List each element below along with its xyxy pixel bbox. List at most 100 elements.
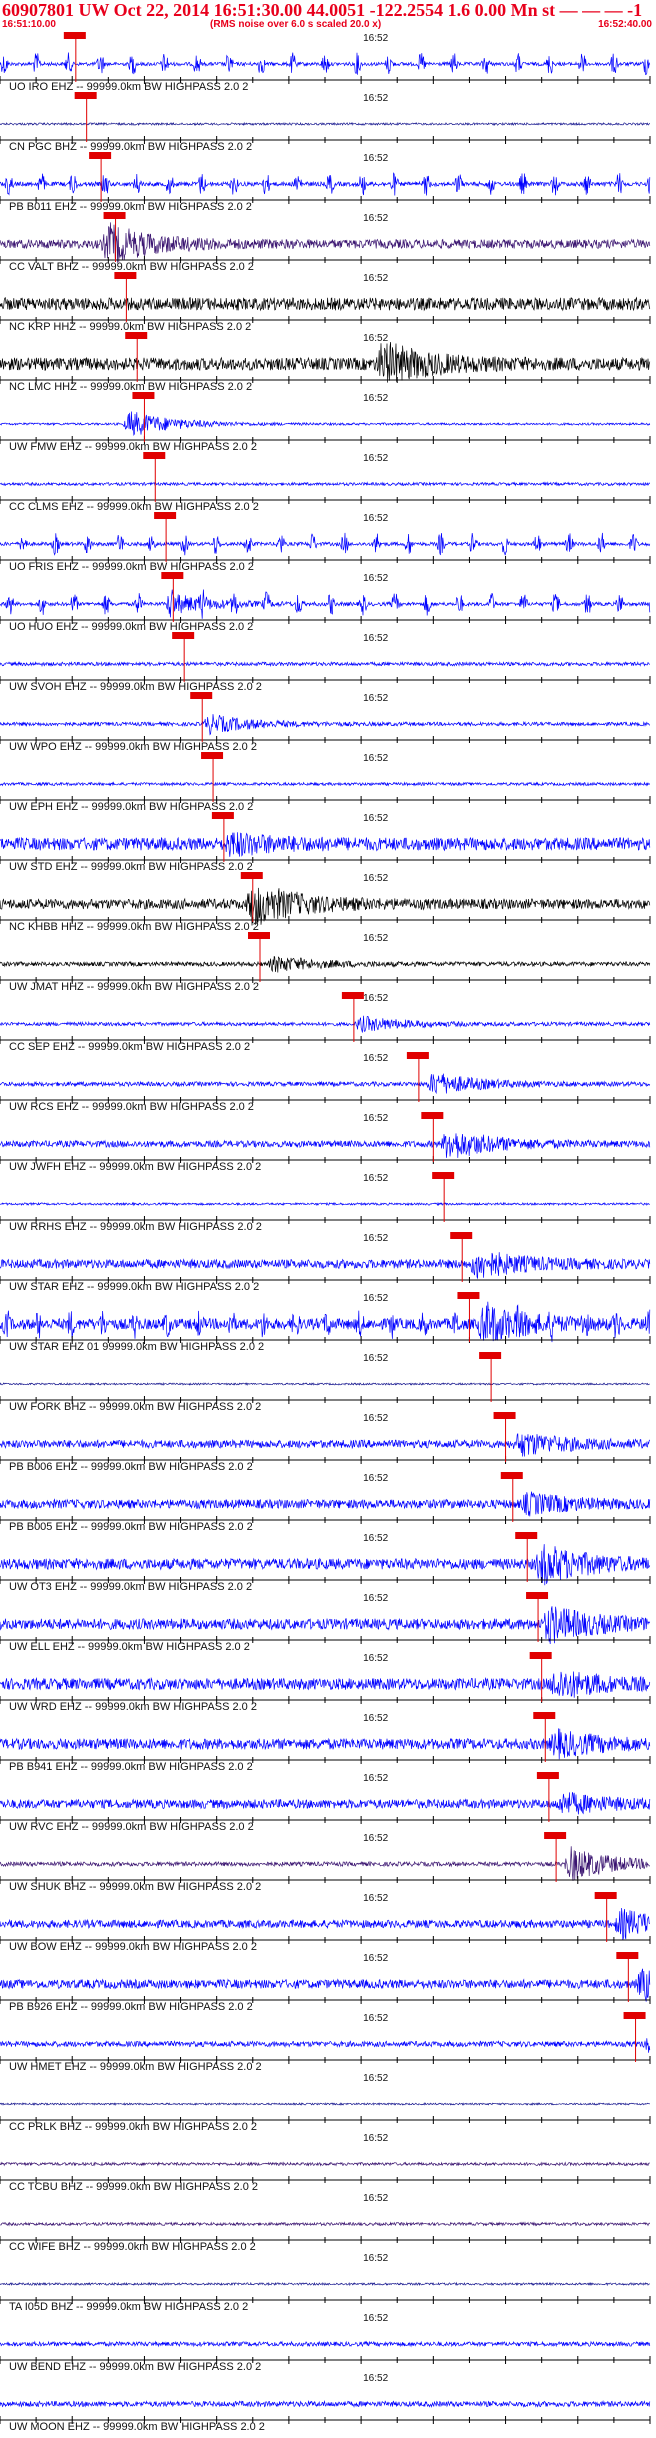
waveform bbox=[0, 532, 651, 556]
pick-marker bbox=[89, 152, 112, 159]
minute-mark-label: 16:52 bbox=[363, 1653, 388, 1664]
waveform bbox=[0, 296, 651, 312]
minute-mark-label: 16:52 bbox=[363, 993, 388, 1004]
minute-mark-label: 16:52 bbox=[363, 93, 388, 104]
pick-marker bbox=[432, 1172, 455, 1179]
waveform bbox=[0, 832, 651, 857]
minute-mark-label: 16:52 bbox=[363, 1773, 388, 1784]
minute-mark-label: 16:52 bbox=[363, 2073, 388, 2084]
trace-31: 16:52 UW SHUK BHZ -- 99999.0km BW HIGHPAS… bbox=[0, 1832, 651, 1893]
pick-marker bbox=[406, 1052, 429, 1059]
minute-mark-label: 16:52 bbox=[363, 1893, 388, 1904]
station-label: CC VALT BHZ -- 99999.0km BW HIGHPASS 2.0… bbox=[9, 261, 254, 273]
waveform bbox=[0, 1433, 651, 1457]
waveform bbox=[0, 341, 651, 383]
pick-marker bbox=[500, 1472, 523, 1479]
trace-39: 16:52 UW BEND EHZ -- 99999.0km BW HIGHPAS… bbox=[0, 2313, 651, 2373]
minute-mark-label: 16:52 bbox=[363, 213, 388, 224]
station-label: NC KHBB HHZ -- 99999.0km BW HIGHPASS 2.0… bbox=[9, 921, 259, 933]
minute-mark-label: 16:52 bbox=[363, 933, 388, 944]
trace-20: 16:52 UW RRHS EHZ -- 99999.0km BW HIGHPAS… bbox=[0, 1172, 651, 1233]
pick-marker bbox=[536, 1772, 559, 1779]
pick-marker bbox=[623, 2012, 646, 2019]
trace-33: 16:52 PB B926 EHZ -- 99999.0km BW HIGHPAS… bbox=[0, 1952, 651, 2013]
trace-30: 16:52 UW RVC EHZ -- 99999.0km BW HIGHPASS… bbox=[0, 1772, 651, 1833]
pick-marker bbox=[533, 1712, 556, 1719]
trace-15: 16:52 NC KHBB HHZ -- 99999.0km BW HIGHPAS… bbox=[0, 872, 651, 933]
minute-mark-label: 16:52 bbox=[363, 1533, 388, 1544]
trace-25: 16:52 PB B005 EHZ -- 99999.0km BW HIGHPAS… bbox=[0, 1472, 651, 1533]
station-label: UW JWFH EHZ -- 99999.0km BW HIGHPASS 2.0… bbox=[9, 1161, 261, 1173]
trace-4: 16:52 CC VALT BHZ -- 99999.0km BW HIGHPAS… bbox=[0, 212, 651, 273]
pick-marker bbox=[125, 332, 148, 339]
minute-mark-label: 16:52 bbox=[363, 1173, 388, 1184]
pick-marker bbox=[616, 1952, 639, 1959]
waveform bbox=[0, 714, 651, 736]
minute-mark-label: 16:52 bbox=[363, 693, 388, 704]
trace-6: 16:52 NC LMC HHZ -- 99999.0km BW HIGHPASS… bbox=[0, 332, 651, 393]
minute-mark-label: 16:52 bbox=[363, 333, 388, 344]
trace-3: 16:52 PB B011 EHZ -- 99999.0km BW HIGHPAS… bbox=[0, 152, 651, 213]
minute-mark-label: 16:52 bbox=[363, 453, 388, 464]
station-label: UW MOON EHZ -- 99999.0km BW HIGHPASS 2.0… bbox=[9, 2421, 265, 2433]
waveform bbox=[0, 1728, 651, 1760]
waveform bbox=[0, 2281, 650, 2287]
minute-mark-label: 16:52 bbox=[363, 513, 388, 524]
trace-38: 16:52 TA I05D BHZ -- 99999.0km BW HIGHPAS… bbox=[0, 2253, 651, 2313]
station-label: UW SVOH EHZ -- 99999.0km BW HIGHPASS 2.0… bbox=[9, 681, 262, 693]
minute-mark-label: 16:52 bbox=[363, 2253, 388, 2264]
pick-marker bbox=[526, 1592, 549, 1599]
pick-marker bbox=[63, 32, 86, 39]
trace-36: 16:52 CC TCBU BHZ -- 99999.0km BW HIGHPAS… bbox=[0, 2133, 651, 2193]
station-label: PB B941 EHZ -- 99999.0km BW HIGHPASS 2.0… bbox=[9, 1761, 253, 1773]
waveform bbox=[0, 1382, 650, 1386]
pick-marker bbox=[154, 512, 177, 519]
event-title: 60907801 UW Oct 22, 2014 16:51:30.00 44.… bbox=[2, 0, 643, 20]
waveform bbox=[0, 481, 651, 487]
trace-18: 16:52 UW RCS EHZ -- 99999.0km BW HIGHPASS… bbox=[0, 1052, 651, 1113]
pick-marker bbox=[114, 272, 137, 279]
trace-34: 16:52 UW HMET EHZ -- 99999.0km BW HIGHPAS… bbox=[0, 2012, 651, 2073]
station-label: UO IRO EHZ -- 99999.0km BW HIGHPASS 2.0 … bbox=[9, 81, 248, 93]
station-label: UW HMET EHZ -- 99999.0km BW HIGHPASS 2.0… bbox=[9, 2061, 262, 2073]
station-label: CC CLMS EHZ -- 99999.0km BW HIGHPASS 2.0… bbox=[9, 501, 259, 513]
pick-marker bbox=[493, 1412, 516, 1419]
station-label: UW FORK BHZ -- 99999.0km BW HIGHPASS 2.0… bbox=[9, 1401, 261, 1413]
pick-marker bbox=[201, 752, 224, 759]
minute-mark-label: 16:52 bbox=[363, 1713, 388, 1724]
waveform bbox=[0, 781, 651, 787]
trace-1: 16:52 UO IRO EHZ -- 99999.0km BW HIGHPASS… bbox=[0, 32, 651, 93]
station-label: UW BEND EHZ -- 99999.0km BW HIGHPASS 2.0… bbox=[9, 2361, 261, 2373]
minute-mark-label: 16:52 bbox=[363, 2013, 388, 2024]
minute-mark-label: 16:52 bbox=[363, 153, 388, 164]
station-label: NC KRP HHZ -- 99999.0km BW HIGHPASS 2.0 … bbox=[9, 321, 251, 333]
trace-12: 16:52 UW WPO EHZ -- 99999.0km BW HIGHPASS… bbox=[0, 692, 651, 753]
minute-mark-label: 16:52 bbox=[363, 1233, 388, 1244]
station-label: CN PGC BHZ -- 99999.0km BW HIGHPASS 2.0 … bbox=[9, 141, 252, 153]
waveform bbox=[0, 1015, 651, 1033]
trace-23: 16:52 UW FORK BHZ -- 99999.0km BW HIGHPAS… bbox=[0, 1352, 651, 1413]
station-label: PB B005 EHZ -- 99999.0km BW HIGHPASS 2.0… bbox=[9, 1521, 253, 1533]
trace-24: 16:52 PB B006 EHZ -- 99999.0km BW HIGHPAS… bbox=[0, 1412, 651, 1473]
trace-19: 16:52 UW JWFH EHZ -- 99999.0km BW HIGHPAS… bbox=[0, 1112, 651, 1173]
trace-11: 16:52 UW SVOH EHZ -- 99999.0km BW HIGHPAS… bbox=[0, 632, 651, 693]
station-label: PB B011 EHZ -- 99999.0km BW HIGHPASS 2.0… bbox=[9, 201, 252, 213]
station-label: UW SHUK BHZ -- 99999.0km BW HIGHPASS 2.0… bbox=[9, 1881, 261, 1893]
pick-marker bbox=[103, 212, 126, 219]
station-label: UW FMW EHZ -- 99999.0km BW HIGHPASS 2.0 … bbox=[9, 441, 257, 453]
trace-27: 16:52 UW ELL EHZ -- 99999.0km BW HIGHPASS… bbox=[0, 1592, 651, 1653]
minute-mark-label: 16:52 bbox=[363, 873, 388, 884]
waveform bbox=[0, 1073, 651, 1095]
minute-mark-label: 16:52 bbox=[363, 813, 388, 824]
station-label: UW RVC EHZ -- 99999.0km BW HIGHPASS 2.0 … bbox=[9, 1821, 254, 1833]
minute-mark-label: 16:52 bbox=[363, 1593, 388, 1604]
minute-mark-label: 16:52 bbox=[363, 2193, 388, 2204]
waveform bbox=[0, 1252, 651, 1280]
minute-mark-label: 16:52 bbox=[363, 2133, 388, 2144]
station-label: PB B006 EHZ -- 99999.0km BW HIGHPASS 2.0… bbox=[9, 1461, 253, 1473]
pick-marker bbox=[190, 692, 213, 699]
trace-29: 16:52 PB B941 EHZ -- 99999.0km BW HIGHPAS… bbox=[0, 1712, 651, 1773]
trace-35: 16:52 CC PRLK BHZ -- 99999.0km BW HIGHPAS… bbox=[0, 2073, 651, 2133]
trace-37: 16:52 CC WIFE BHZ -- 99999.0km BW HIGHPAS… bbox=[0, 2193, 651, 2253]
pick-marker bbox=[240, 872, 263, 879]
